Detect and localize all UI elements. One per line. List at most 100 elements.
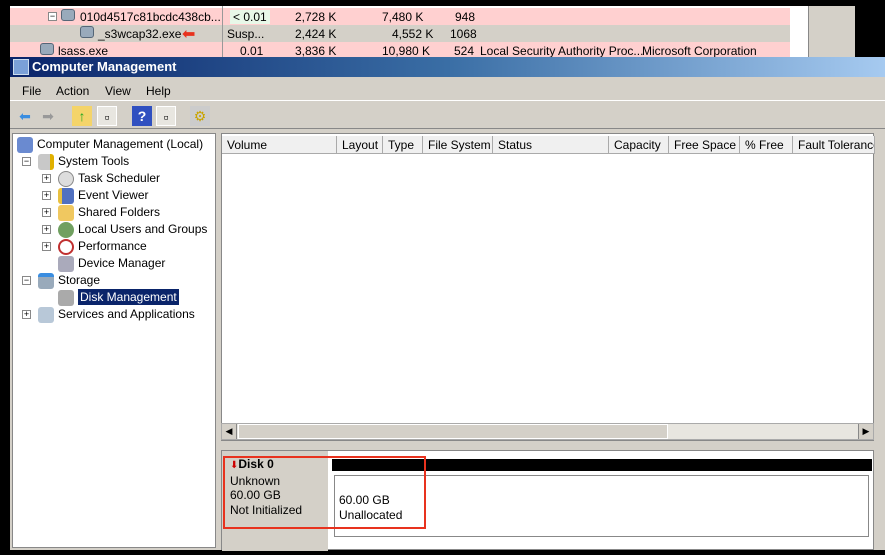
column-divider bbox=[222, 6, 223, 57]
private-bytes: 2,728 K bbox=[295, 10, 337, 24]
process-icon bbox=[40, 43, 54, 55]
toolbar: ⬅ ➡ ↑ ▫ ? ▫ ⚙ bbox=[10, 103, 885, 129]
tree-item-task-scheduler[interactable]: Task Scheduler bbox=[58, 170, 160, 187]
window-title: Computer Management bbox=[32, 59, 177, 74]
tree-item-label: Local Users and Groups bbox=[78, 222, 208, 236]
column-free-space[interactable]: Free Space bbox=[669, 136, 740, 154]
show-hide-action-pane-icon[interactable]: ▫ bbox=[156, 106, 176, 126]
process-row[interactable]: _s3wcap32.exe ⬅ Susp... 2,424 K 4,552 K … bbox=[10, 25, 790, 43]
tree-item-label: Performance bbox=[78, 239, 147, 253]
tree-item-label: Shared Folders bbox=[78, 205, 161, 219]
process-name: 010d4517c81bcdc438cb... bbox=[80, 10, 221, 24]
tree-item-computer-management[interactable]: Computer Management (Local) bbox=[17, 136, 203, 153]
navigation-tree: Computer Management (Local) − System Too… bbox=[12, 133, 216, 548]
process-name: lsass.exe bbox=[58, 44, 109, 57]
tree-item-label: System Tools bbox=[58, 154, 130, 168]
forward-icon[interactable]: ➡ bbox=[38, 106, 58, 126]
computer-management-window: Computer Management File Action View Hel… bbox=[10, 57, 885, 551]
volume-list: Volume Layout Type File System Status Ca… bbox=[221, 133, 875, 441]
scrollbar-thumb[interactable] bbox=[238, 424, 668, 439]
tree-item-performance[interactable]: Performance bbox=[58, 238, 147, 255]
tree-item-label: Storage bbox=[58, 273, 101, 287]
column-layout[interactable]: Layout bbox=[337, 136, 383, 154]
column-type[interactable]: Type bbox=[383, 136, 423, 154]
column-capacity[interactable]: Capacity bbox=[609, 136, 669, 154]
private-bytes: 2,424 K bbox=[295, 27, 337, 41]
tree-item-storage[interactable]: Storage bbox=[38, 272, 100, 289]
working-set: 10,980 K bbox=[382, 44, 431, 57]
computer-icon bbox=[17, 136, 33, 153]
column-header: Volume Layout Type File System Status Ca… bbox=[222, 136, 875, 154]
red-highlight-box bbox=[223, 456, 426, 529]
title-bar[interactable]: Computer Management bbox=[10, 57, 885, 77]
column-file-system[interactable]: File System bbox=[423, 136, 493, 154]
tree-item-event-viewer[interactable]: Event Viewer bbox=[58, 187, 148, 204]
horizontal-scrollbar[interactable]: ◀ ▶ bbox=[221, 423, 874, 440]
expand-icon[interactable]: + bbox=[42, 208, 51, 217]
tree-item-shared-folders[interactable]: Shared Folders bbox=[58, 204, 160, 221]
pid: 1068 bbox=[450, 27, 477, 41]
expand-icon[interactable]: + bbox=[22, 310, 31, 319]
working-set: 7,480 K bbox=[382, 10, 424, 24]
scroll-left-icon[interactable]: ◀ bbox=[222, 424, 237, 439]
expand-icon[interactable]: + bbox=[42, 242, 51, 251]
menu-action[interactable]: Action bbox=[56, 84, 89, 98]
up-folder-icon[interactable]: ↑ bbox=[72, 106, 92, 126]
menu-file[interactable]: File bbox=[22, 84, 41, 98]
process-row[interactable]: lsass.exe 0.01 3,836 K 10,980 K 524 Loca… bbox=[10, 42, 790, 57]
cpu: Susp... bbox=[227, 27, 265, 41]
shared-folder-icon bbox=[58, 204, 74, 221]
scroll-right-icon[interactable]: ▶ bbox=[858, 424, 873, 439]
process-icon bbox=[80, 26, 94, 38]
cpu: < 0.01 bbox=[230, 10, 270, 24]
tree-item-system-tools[interactable]: System Tools bbox=[38, 153, 129, 170]
tree-item-disk-management[interactable]: Disk Management bbox=[58, 289, 179, 306]
tree-item-label: Computer Management (Local) bbox=[37, 137, 204, 151]
column-volume[interactable]: Volume bbox=[222, 136, 337, 154]
column-percent-free[interactable]: % Free bbox=[740, 136, 793, 154]
tree-item-label: Task Scheduler bbox=[78, 171, 161, 185]
tools-icon bbox=[38, 153, 54, 170]
computer-management-icon bbox=[13, 59, 29, 75]
tree-item-label: Device Manager bbox=[78, 256, 166, 270]
users-icon bbox=[58, 221, 74, 238]
collapse-icon[interactable]: − bbox=[22, 157, 31, 166]
menu-help[interactable]: Help bbox=[146, 84, 171, 98]
tree-item-device-manager[interactable]: Device Manager bbox=[58, 255, 165, 272]
process-name: _s3wcap32.exe bbox=[98, 27, 182, 41]
red-arrow-icon: ⬅ bbox=[182, 26, 196, 43]
expand-icon[interactable]: + bbox=[42, 225, 51, 234]
tree-item-label: Services and Applications bbox=[58, 307, 195, 321]
tree-item-label: Disk Management bbox=[78, 289, 179, 305]
device-manager-icon bbox=[58, 255, 74, 272]
storage-icon bbox=[38, 272, 54, 289]
properties-icon[interactable]: ⚙ bbox=[190, 106, 210, 126]
private-bytes: 3,836 K bbox=[295, 44, 337, 57]
clock-icon bbox=[58, 170, 74, 187]
show-hide-tree-icon[interactable]: ▫ bbox=[97, 106, 117, 126]
expand-icon[interactable]: + bbox=[42, 174, 51, 183]
tree-item-local-users-and-groups[interactable]: Local Users and Groups bbox=[58, 221, 207, 238]
column-fault-tolerance[interactable]: Fault Tolerance bbox=[793, 136, 875, 154]
working-set: 4,552 K bbox=[392, 27, 434, 41]
collapse-icon[interactable]: − bbox=[22, 276, 31, 285]
help-icon[interactable]: ? bbox=[132, 106, 152, 126]
menu-view[interactable]: View bbox=[105, 84, 131, 98]
tree-item-services-and-applications[interactable]: Services and Applications bbox=[38, 306, 195, 323]
performance-icon bbox=[58, 238, 74, 255]
expand-icon[interactable]: + bbox=[42, 191, 51, 200]
description: Local Security Authority Proc... bbox=[480, 44, 644, 57]
pid: 524 bbox=[454, 44, 475, 57]
cpu: 0.01 bbox=[240, 44, 264, 57]
process-explorer-background: − 010d4517c81bcdc438cb... < 0.01 2,728 K… bbox=[10, 6, 855, 57]
process-icon bbox=[61, 9, 75, 21]
services-icon bbox=[38, 306, 54, 323]
company: Microsoft Corporation bbox=[642, 44, 757, 57]
tree-item-label: Event Viewer bbox=[78, 188, 149, 202]
process-row[interactable]: − 010d4517c81bcdc438cb... < 0.01 2,728 K… bbox=[10, 8, 790, 25]
column-status[interactable]: Status bbox=[493, 136, 609, 154]
back-icon[interactable]: ⬅ bbox=[15, 106, 35, 126]
collapse-icon[interactable]: − bbox=[48, 12, 57, 21]
vertical-scrollbar[interactable] bbox=[808, 6, 855, 57]
menu-bar: File Action View Help bbox=[10, 79, 885, 101]
